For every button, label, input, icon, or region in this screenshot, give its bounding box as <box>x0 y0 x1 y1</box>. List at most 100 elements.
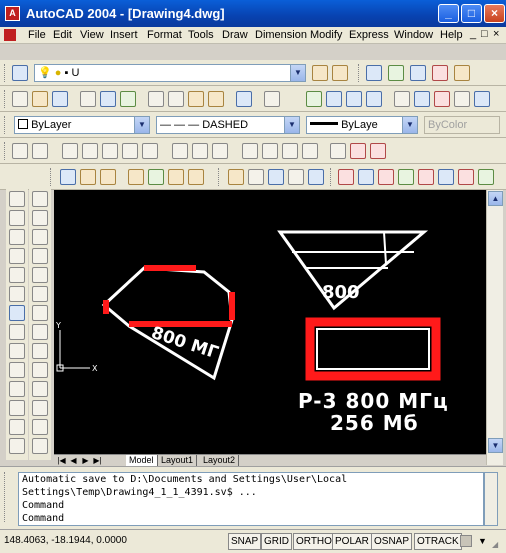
snap-parallel-icon[interactable] <box>262 143 278 159</box>
design-center-icon[interactable] <box>414 91 430 107</box>
zoom-window-icon[interactable] <box>346 91 362 107</box>
circle-icon[interactable] <box>32 305 48 321</box>
express-block-list-icon[interactable] <box>248 169 264 185</box>
fillet-icon[interactable] <box>9 438 25 454</box>
extend-icon[interactable] <box>9 381 25 397</box>
osnap-toggle[interactable]: OSNAP <box>371 533 413 550</box>
menu-help[interactable]: Help <box>440 29 463 41</box>
toolbar-grip[interactable] <box>4 142 7 160</box>
scroll-down-icon[interactable]: ▼ <box>488 438 503 453</box>
spline-icon[interactable] <box>32 343 48 359</box>
mdi-restore-button[interactable]: □ <box>481 28 488 40</box>
express-block-icon[interactable] <box>388 65 404 81</box>
snap-endpoint-icon[interactable] <box>62 143 78 159</box>
layer-dropdown[interactable]: 💡 ● ▪ U ▼ <box>34 64 306 82</box>
tab-model[interactable]: Model <box>126 455 158 466</box>
dbconnect-icon[interactable] <box>454 91 470 107</box>
snap-from-icon[interactable] <box>32 143 48 159</box>
menu-express[interactable]: Express <box>349 29 389 41</box>
undo-icon[interactable] <box>236 91 252 107</box>
menu-edit[interactable]: Edit <box>53 29 72 41</box>
open-folder-icon[interactable] <box>32 91 48 107</box>
snap-perpendicular-icon[interactable] <box>242 143 258 159</box>
chamfer-icon[interactable] <box>9 419 25 435</box>
express-layer-off-icon[interactable] <box>100 169 116 185</box>
express-text-arc-icon[interactable] <box>398 169 414 185</box>
properties-icon[interactable] <box>394 91 410 107</box>
ortho-toggle[interactable]: ORTHO <box>293 533 335 550</box>
print-preview-icon[interactable] <box>100 91 116 107</box>
menu-draw[interactable]: Draw <box>222 29 248 41</box>
mdi-close-button[interactable]: × <box>493 28 499 40</box>
express-layer-delete-icon[interactable] <box>188 169 204 185</box>
rotate-icon[interactable] <box>9 305 25 321</box>
arc-icon[interactable] <box>32 286 48 302</box>
publish-icon[interactable] <box>120 91 136 107</box>
menu-view[interactable]: View <box>80 29 104 41</box>
scroll-up-icon[interactable]: ▲ <box>488 191 503 206</box>
express-text-rotate-icon[interactable] <box>438 169 454 185</box>
ellipse-arc-icon[interactable] <box>32 381 48 397</box>
snap-apparent-intersection-icon[interactable] <box>122 143 138 159</box>
copy-icon[interactable] <box>168 91 184 107</box>
match-properties-icon[interactable] <box>208 91 224 107</box>
line-icon[interactable] <box>32 191 48 207</box>
chevron-down-icon[interactable]: ▼ <box>290 65 305 81</box>
inner-rectangle[interactable] <box>316 328 430 370</box>
tab-layout1[interactable]: Layout1 <box>158 455 198 466</box>
copy-object-icon[interactable] <box>9 210 25 226</box>
make-block-icon[interactable] <box>32 419 48 435</box>
snap-toggle[interactable]: SNAP <box>228 533 262 550</box>
express-layer-freeze-icon[interactable] <box>80 169 96 185</box>
chevron-down-icon[interactable]: ▼ <box>284 117 299 133</box>
toolbar-grip[interactable] <box>4 116 7 134</box>
chevron-down-icon[interactable]: ▼ <box>134 117 149 133</box>
redo-icon[interactable] <box>264 91 280 107</box>
toolbar-grip[interactable] <box>218 168 221 186</box>
drawing-canvas[interactable]: 800 МГ 800 P-3 800 МГц 256 Мб Y X <box>54 190 486 454</box>
move-icon[interactable] <box>9 286 25 302</box>
express-modify-icon[interactable] <box>432 65 448 81</box>
tab-layout2[interactable]: Layout2 <box>200 455 240 466</box>
express-text-convert-icon[interactable] <box>458 169 474 185</box>
menu-modify[interactable]: Modify <box>310 29 342 41</box>
tool-palettes-icon[interactable] <box>434 91 450 107</box>
status-menu-icon[interactable]: ▼ <box>478 536 487 546</box>
rectangle-icon[interactable] <box>32 267 48 283</box>
express-layer-walk-icon[interactable] <box>60 169 76 185</box>
command-scrollbar[interactable] <box>484 472 498 526</box>
scale-icon[interactable] <box>9 324 25 340</box>
express-text-icon[interactable] <box>410 65 426 81</box>
snap-nearest-icon[interactable] <box>330 143 346 159</box>
grid-toggle[interactable]: GRID <box>261 533 292 550</box>
pan-icon[interactable] <box>306 91 322 107</box>
toolbar-grip[interactable] <box>4 90 7 108</box>
document-icon[interactable] <box>4 29 16 41</box>
otrack-toggle[interactable]: OTRACK <box>414 533 462 550</box>
menu-file[interactable]: File <box>28 29 46 41</box>
stretch-icon[interactable] <box>9 343 25 359</box>
snap-intersection-icon[interactable] <box>102 143 118 159</box>
save-icon[interactable] <box>52 91 68 107</box>
polyline-icon[interactable] <box>32 229 48 245</box>
command-window-grip[interactable] <box>4 472 7 522</box>
array-icon[interactable] <box>9 267 25 283</box>
polar-toggle[interactable]: POLAR <box>332 533 372 550</box>
zoom-realtime-icon[interactable] <box>326 91 342 107</box>
trim-icon[interactable] <box>9 362 25 378</box>
toolbar-grip[interactable] <box>330 168 333 186</box>
layer-previous-icon[interactable] <box>332 65 348 81</box>
snap-quadrant-icon[interactable] <box>192 143 208 159</box>
revision-cloud-icon[interactable] <box>32 324 48 340</box>
highlight-frame[interactable] <box>305 317 441 381</box>
menu-tools[interactable]: Tools <box>188 29 214 41</box>
cut-icon[interactable] <box>148 91 164 107</box>
express-text-explode-icon[interactable] <box>378 169 394 185</box>
construction-line-icon[interactable] <box>32 210 48 226</box>
vertical-scrollbar[interactable]: ▲ ▼ <box>486 190 503 465</box>
express-block-count-icon[interactable] <box>288 169 304 185</box>
erase-icon[interactable] <box>9 191 25 207</box>
insert-block-icon[interactable] <box>32 400 48 416</box>
express-layer-lock-icon[interactable] <box>128 169 144 185</box>
resize-grip-icon[interactable]: ◢ <box>492 540 498 549</box>
